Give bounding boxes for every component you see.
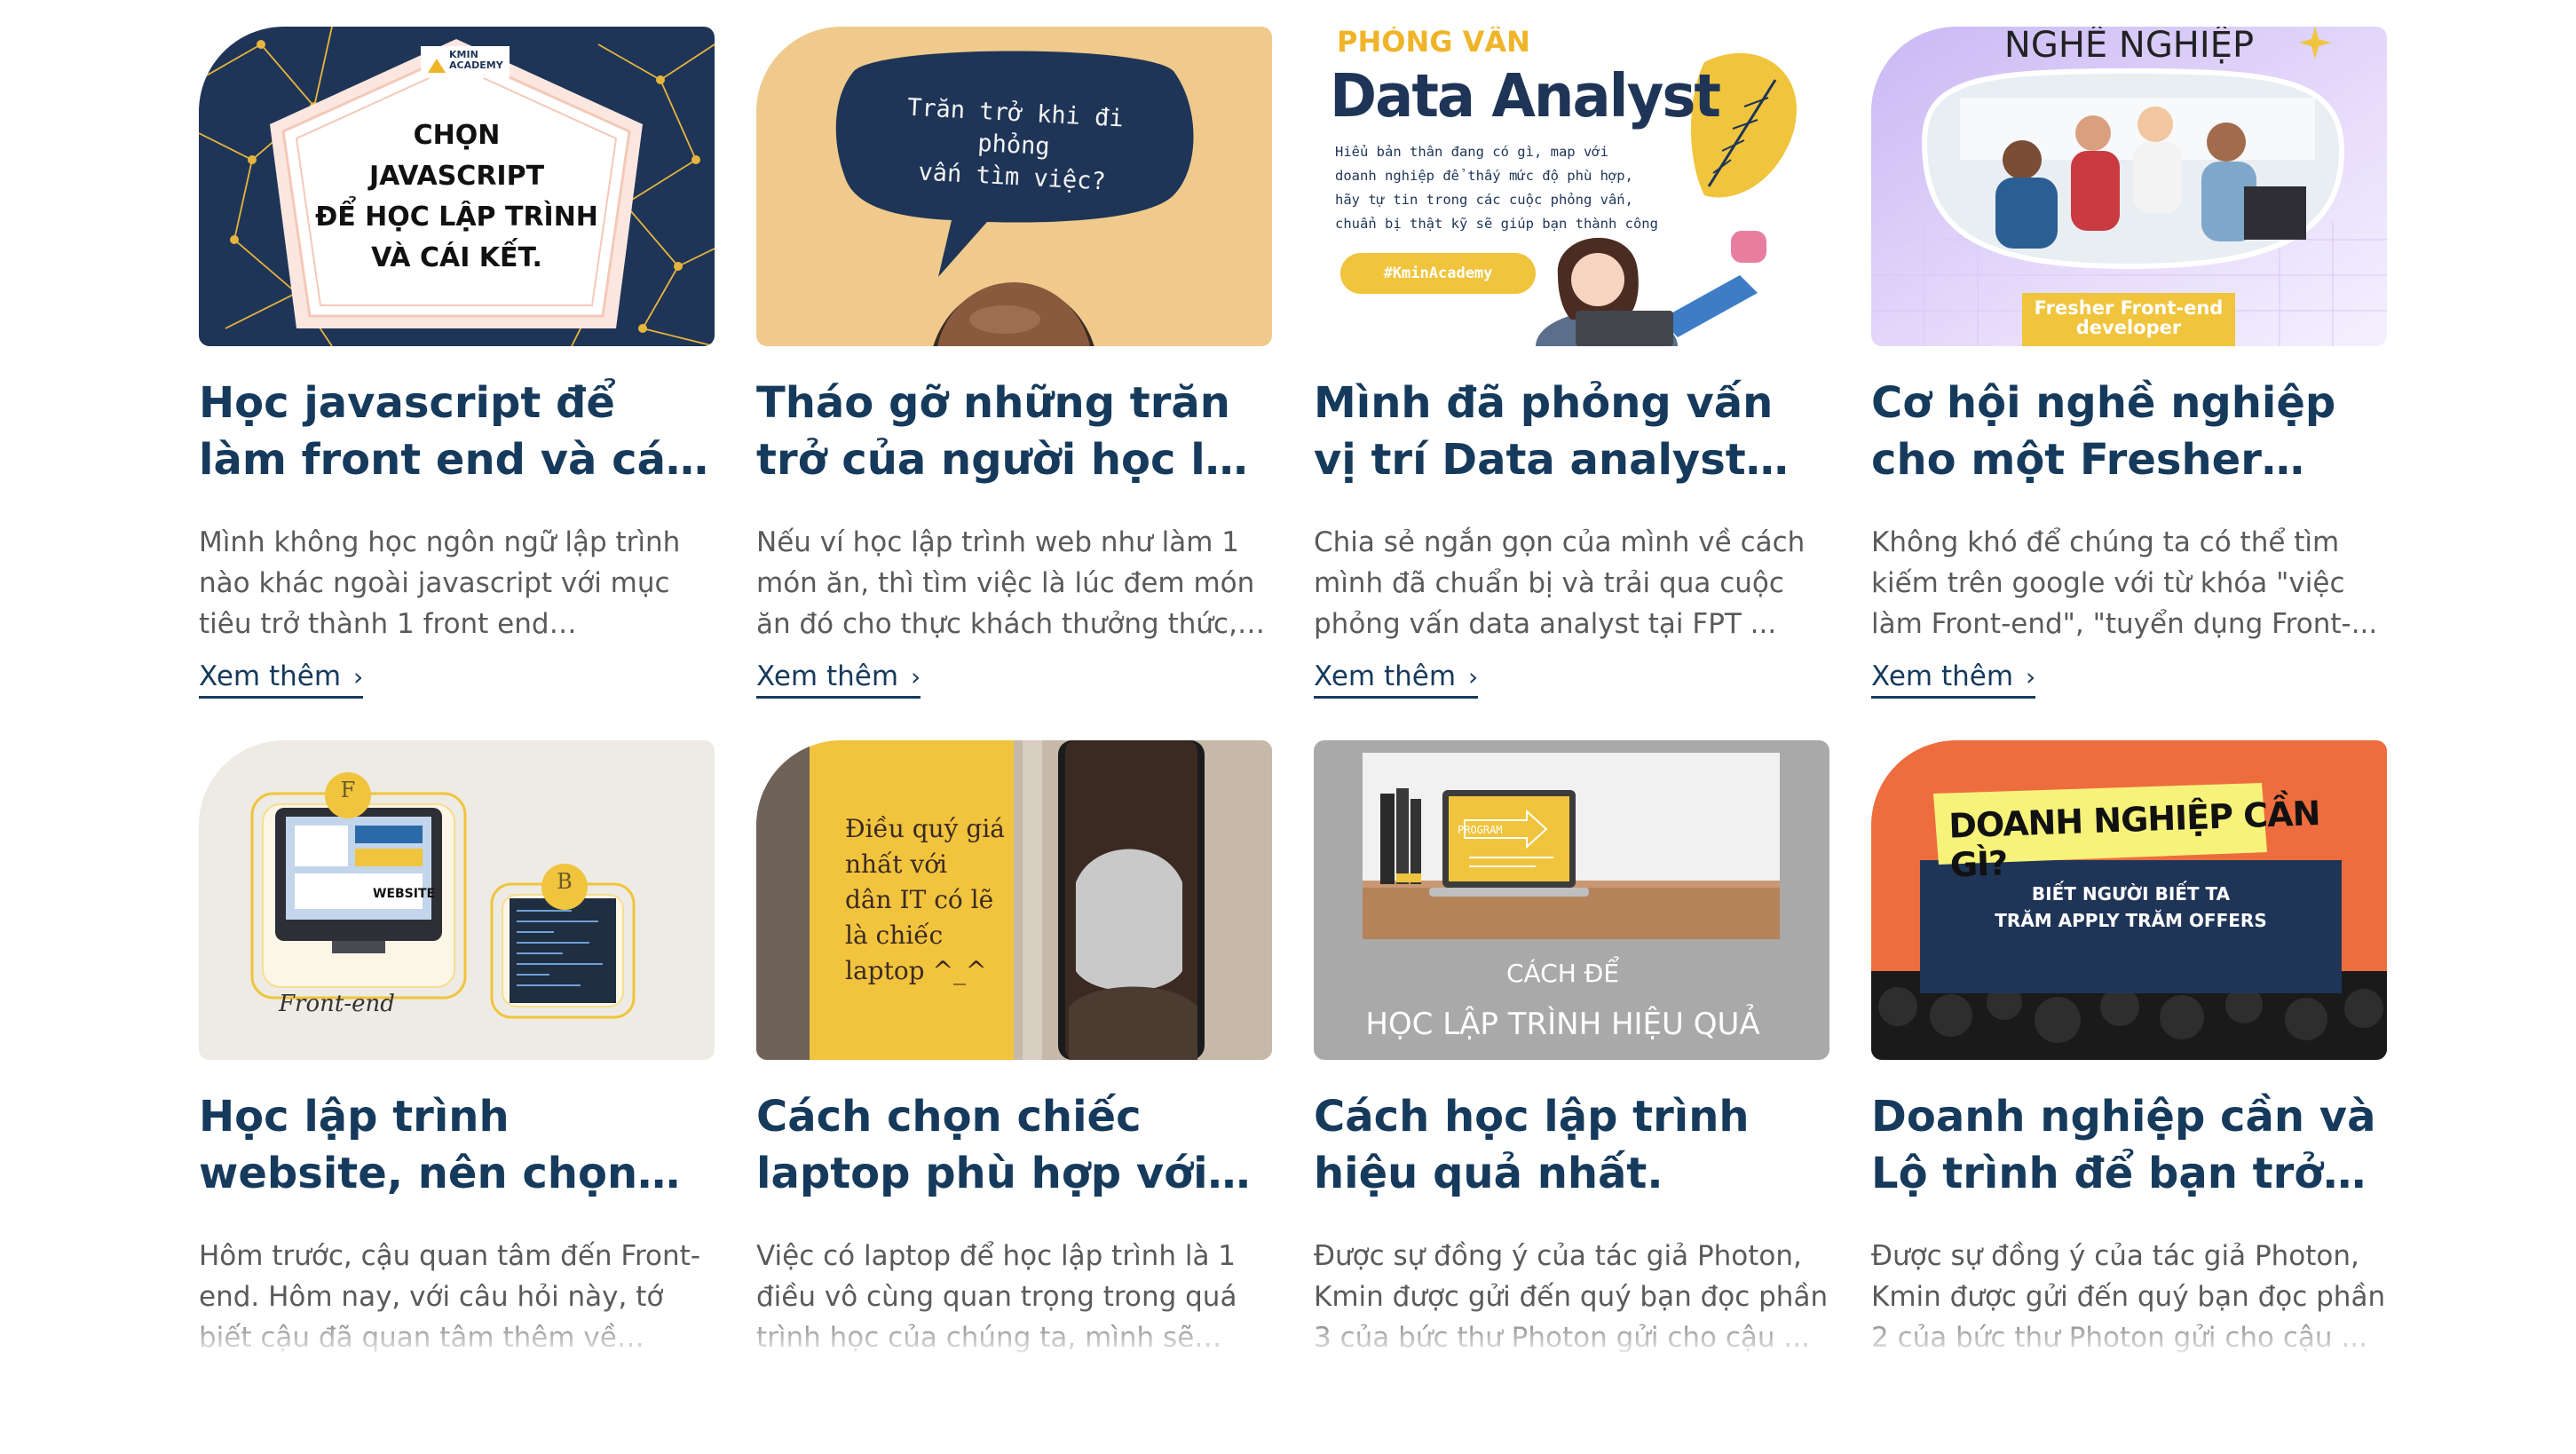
- screen-label: PROGRAM: [1458, 824, 1503, 836]
- chevron-right-icon: ›: [911, 661, 921, 691]
- thumbnail-banner: Fresher Front-end developer: [2034, 297, 2224, 338]
- blog-post-grid: KMIN ACADEMY CHỌN JAVASCRIPT ĐỂ HỌC LẬP …: [199, 27, 2387, 1454]
- post-card: DOANH NGHIỆP CẦN GÌ? BIẾT NGƯỜI BIẾT TA …: [1871, 740, 2387, 1454]
- speech-bubble-text: Trăn trở khi đi phỏng vấn tìm việc?: [906, 93, 1125, 196]
- thumbnail-body: Hiểu bản thân đang có gì, map với doanh …: [1335, 144, 1658, 232]
- thumbnail-caption: Điều quý giá nhất với dân IT có lẽ là ch…: [845, 814, 1005, 985]
- chevron-right-icon: ›: [353, 661, 364, 691]
- read-more-label: Xem thêm: [756, 660, 899, 692]
- post-card: F B WEBSITE Front-end Học lập trình webs…: [199, 740, 715, 1454]
- post-card: PROGRAM CÁCH ĐỂ HỌC LẬP TRÌNH HIỆU QUẢ C…: [1314, 740, 1829, 1454]
- read-more-link[interactable]: Xem thêm ›: [756, 660, 921, 699]
- badge-frontend-letter: F: [340, 778, 356, 802]
- read-more-label: Xem thêm: [1314, 660, 1457, 692]
- post-thumbnail[interactable]: DOANH NGHIỆP CẦN GÌ? BIẾT NGƯỜI BIẾT TA …: [1871, 740, 2387, 1060]
- chevron-right-icon: ›: [2026, 661, 2036, 691]
- thumbnail-heading: DOANH NGHIỆP CẦN GÌ?: [1948, 794, 2321, 885]
- post-title[interactable]: Mình đã phỏng vấn vị trí Data analyst nh…: [1314, 375, 1829, 488]
- thumbnail-line1: CÁCH ĐỂ: [1505, 959, 1620, 988]
- badge-backend-letter: B: [557, 869, 573, 894]
- post-thumbnail[interactable]: F B WEBSITE Front-end: [199, 740, 715, 1060]
- hashtag-badge: #KminAcademy: [1383, 265, 1493, 282]
- post-thumbnail[interactable]: Điều quý giá nhất với dân IT có lẽ là ch…: [756, 740, 1272, 1060]
- post-card: Trăn trở khi đi phỏng vấn tìm việc? Tháo…: [756, 27, 1272, 740]
- website-label: WEBSITE: [373, 887, 436, 901]
- post-excerpt: Mình không học ngôn ngữ lập trình nào kh…: [199, 526, 681, 640]
- post-title[interactable]: Cơ hội nghề nghiệp cho một Fresher Front…: [1871, 375, 2387, 488]
- post-title[interactable]: Doanh nghiệp cần và Lộ trình để bạn trở …: [1871, 1088, 2387, 1202]
- post-card: NGHỀ NGHIỆP Fresher Front-end developer …: [1871, 27, 2387, 740]
- thumbnail-caption: CHỌN JAVASCRIPT ĐỂ HỌC LẬP TRÌNH VÀ CÁI …: [315, 120, 598, 273]
- read-more-label: Xem thêm: [1871, 660, 2014, 692]
- thumbnail-subline: BIẾT NGƯỜI BIẾT TA TRĂM APPLY TRĂM OFFER…: [1995, 883, 2267, 931]
- read-more-link[interactable]: Xem thêm ›: [1314, 660, 1479, 699]
- post-excerpt: Hôm trước, cậu quan tâm đến Front-end. H…: [199, 1240, 701, 1354]
- read-more-link[interactable]: Xem thêm ›: [199, 660, 364, 699]
- post-title[interactable]: Học javascript để làm front end và cái k…: [199, 375, 715, 488]
- post-excerpt: Được sự đồng ý của tác giả Photon, Kmin …: [1314, 1240, 1829, 1354]
- read-more-label: Xem thêm: [199, 660, 342, 692]
- post-excerpt: Không khó để chúng ta có thể tìm kiếm tr…: [1871, 526, 2378, 640]
- post-excerpt: Nếu ví học lập trình web như làm 1 món ă…: [756, 526, 1255, 640]
- post-excerpt: Được sự đồng ý của tác giả Photon, Kmin …: [1871, 1240, 2386, 1354]
- post-excerpt: Việc có laptop để học lập trình là 1 điề…: [756, 1240, 1237, 1354]
- post-excerpt: Chia sẻ ngắn gọn của mình về cách mình đ…: [1314, 526, 1806, 640]
- thumbnail-script: Front-end: [279, 991, 395, 1017]
- thumbnail-kicker: PHỎNG VẤN: [1337, 27, 1530, 59]
- thumbnail-heading: NGHỀ NGHIỆP: [2003, 27, 2255, 66]
- post-title[interactable]: Cách học lập trình hiệu quả nhất.: [1314, 1088, 1829, 1202]
- thumbnail-line2: HỌC LẬP TRÌNH HIỆU QUẢ: [1365, 1007, 1760, 1042]
- post-thumbnail[interactable]: NGHỀ NGHIỆP Fresher Front-end developer: [1871, 27, 2387, 346]
- brand-logo: KMIN ACADEMY: [449, 49, 503, 71]
- post-thumbnail[interactable]: PROGRAM CÁCH ĐỂ HỌC LẬP TRÌNH HIỆU QUẢ: [1314, 740, 1829, 1060]
- chevron-right-icon: ›: [1468, 661, 1479, 691]
- thumbnail-heading: Data Analyst: [1330, 62, 1721, 131]
- post-thumbnail[interactable]: Trăn trở khi đi phỏng vấn tìm việc?: [756, 27, 1272, 346]
- post-card: Điều quý giá nhất với dân IT có lẽ là ch…: [756, 740, 1272, 1454]
- post-card: KMIN ACADEMY CHỌN JAVASCRIPT ĐỂ HỌC LẬP …: [199, 27, 715, 740]
- post-thumbnail[interactable]: PHỎNG VẤN Data Analyst Hiểu bản thân đan…: [1314, 27, 1829, 346]
- post-card: PHỎNG VẤN Data Analyst Hiểu bản thân đan…: [1314, 27, 1829, 740]
- post-title[interactable]: Tháo gỡ những trăn trở của người học lập…: [756, 375, 1272, 488]
- read-more-link[interactable]: Xem thêm ›: [1871, 660, 2036, 699]
- post-title[interactable]: Học lập trình website, nên chọn Front-en…: [199, 1088, 715, 1202]
- post-thumbnail[interactable]: KMIN ACADEMY CHỌN JAVASCRIPT ĐỂ HỌC LẬP …: [199, 27, 715, 346]
- post-title[interactable]: Cách chọn chiếc laptop phù hợp với người…: [756, 1088, 1272, 1202]
